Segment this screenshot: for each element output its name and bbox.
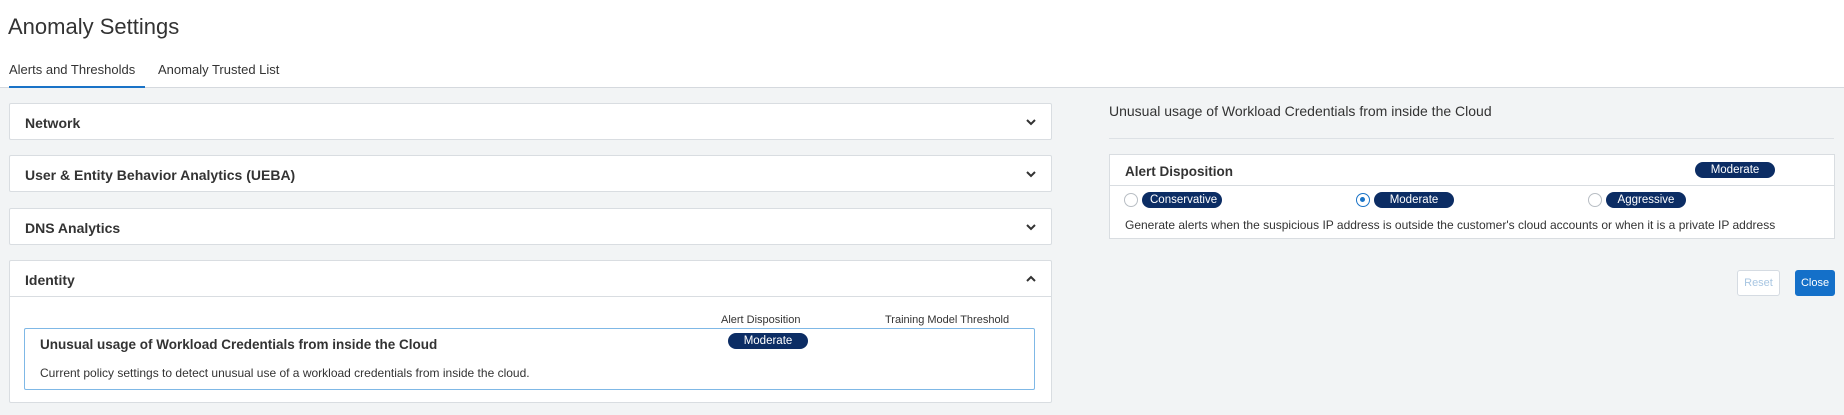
column-header-alert-disposition: Alert Disposition: [721, 314, 801, 326]
panel-dns-analytics: DNS Analytics: [9, 208, 1052, 245]
panel-network: Network: [9, 103, 1052, 140]
radio-conservative[interactable]: [1124, 193, 1138, 207]
chevron-down-icon[interactable]: [1025, 168, 1037, 180]
radio-aggressive[interactable]: [1588, 193, 1602, 207]
policy-title: Unusual usage of Workload Credentials fr…: [40, 337, 438, 352]
column-header-training-model-threshold: Training Model Threshold: [885, 314, 1010, 326]
panel-header-network[interactable]: Network: [10, 104, 1051, 140]
panel-title: Network: [25, 115, 81, 131]
reset-button[interactable]: Reset: [1737, 270, 1780, 296]
option-label: Aggressive: [1606, 192, 1686, 208]
detail-title: Unusual usage of Workload Credentials fr…: [1109, 103, 1492, 119]
option-label: Moderate: [1374, 192, 1454, 208]
current-disposition-badge: Moderate: [1695, 162, 1775, 178]
disposition-badge: Moderate: [728, 333, 808, 349]
page-title: Anomaly Settings: [8, 14, 180, 39]
radio-moderate[interactable]: [1356, 193, 1370, 207]
panel-title: User & Entity Behavior Analytics (UEBA): [25, 167, 296, 183]
alert-disposition-title: Alert Disposition: [1125, 164, 1234, 179]
panel-header-ueba[interactable]: User & Entity Behavior Analytics (UEBA): [10, 156, 1051, 192]
panel-identity: Identity Alert Disposition Training Mode…: [9, 260, 1052, 403]
content-area: Network User & Entity Behavior Analytics…: [0, 88, 1844, 415]
panel-title: Identity: [25, 272, 75, 288]
chevron-down-icon[interactable]: [1025, 221, 1037, 233]
panel-header-dns-analytics[interactable]: DNS Analytics: [10, 209, 1051, 245]
chevron-down-icon[interactable]: [1025, 116, 1037, 128]
divider: [1109, 138, 1834, 139]
close-button[interactable]: Close: [1795, 270, 1835, 296]
policy-description: Current policy settings to detect unusua…: [40, 366, 530, 380]
panel-header-identity[interactable]: Identity: [10, 261, 1051, 297]
tab-anomaly-trusted-list[interactable]: Anomaly Trusted List: [158, 62, 279, 88]
policy-row[interactable]: Unusual usage of Workload Credentials fr…: [24, 328, 1035, 390]
panel-ueba: User & Entity Behavior Analytics (UEBA): [9, 155, 1052, 192]
chevron-up-icon[interactable]: [1025, 273, 1037, 285]
alert-disposition-card: Alert Disposition Moderate Conservative …: [1109, 154, 1835, 239]
alert-disposition-header: Alert Disposition Moderate: [1110, 155, 1834, 186]
disposition-description: Generate alerts when the suspicious IP a…: [1125, 218, 1776, 232]
panel-title: DNS Analytics: [25, 220, 121, 236]
tab-alerts-and-thresholds[interactable]: Alerts and Thresholds: [9, 62, 145, 88]
tab-bar: Alerts and Thresholds Anomaly Trusted Li…: [0, 58, 1844, 88]
option-label: Conservative: [1142, 192, 1222, 208]
